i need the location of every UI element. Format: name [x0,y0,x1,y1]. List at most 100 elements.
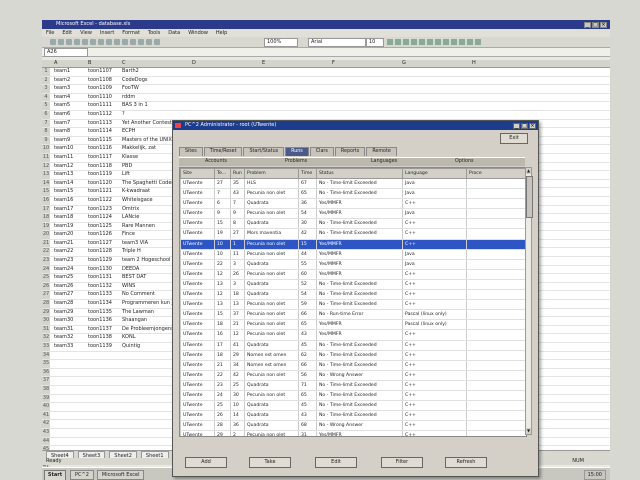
cell-team[interactable]: team26 [54,283,73,291]
run-row[interactable]: UTwente 13 13 Pecunia non olet 59 No - Time-l… [180,299,526,311]
scroll-down-icon[interactable]: ▼ [526,428,531,434]
cell-team-name[interactable]: De Probleemjongens [122,326,174,334]
cell-team[interactable]: team9 [54,137,70,145]
row-number[interactable]: 13 [42,171,50,179]
cell-team[interactable]: team8 [54,128,70,136]
cell-team-name[interactable]: WINS [122,283,135,291]
cell-team-name[interactable]: LANcie [122,214,139,222]
menu-item-edit[interactable]: Edit [62,30,72,36]
run-row[interactable]: UTwente 10 1 Pecunia non olet 15 Yes/MMFR C++ [180,239,526,250]
redo-icon[interactable] [130,39,136,45]
cell-login[interactable]: toon1134 [88,300,112,308]
cell-team-name[interactable]: Masters of the UNIX [122,137,172,145]
run-row[interactable]: UTwente 18 29 Nomen est omen 62 No - Time-lim… [180,350,526,361]
menu-item-format[interactable]: Format [122,30,140,36]
run-row[interactable]: UTwente 19 27 Mors maventia 42 No - Time-limi… [180,228,526,240]
runs-vertical-scrollbar[interactable]: ▲ ▼ [525,167,533,435]
taskbar-task[interactable]: Microsoft Excel [96,470,145,480]
cell-login[interactable]: toon1108 [88,77,112,85]
row-number[interactable]: 3 [42,85,50,93]
cell-login[interactable]: toon1112 [88,111,112,119]
cell-login[interactable]: toon1128 [88,248,112,256]
column-header-f[interactable]: F [332,60,335,67]
refresh-button[interactable]: Refresh [445,457,487,468]
merge-icon[interactable] [435,39,441,45]
row-number[interactable]: 35 [42,360,50,368]
menu-item-window[interactable]: Window [188,30,208,36]
run-row[interactable]: UTwente 22 3 Quadrata 55 Yes/MMFR Java [180,259,526,270]
column-header-b[interactable]: B [88,60,91,67]
row-number[interactable]: 41 [42,411,50,420]
cell-login[interactable]: toon1130 [88,266,112,274]
cell-login[interactable]: toon1139 [88,343,112,351]
row-number[interactable]: 34 [42,351,50,360]
column-header-7[interactable]: Proce [466,168,526,179]
run-row[interactable]: UTwente 6 7 Quadrata 36 Yes/MMFR C++ [180,198,526,210]
cell-login[interactable]: toon1138 [88,334,112,342]
row-number[interactable]: 32 [42,334,50,342]
cell-team-name[interactable]: BAS 3 in 1 [122,102,148,110]
column-header-d[interactable]: D [192,60,196,67]
cell-team[interactable]: team3 [54,85,70,93]
row-number[interactable]: 28 [42,300,50,308]
row-number[interactable]: 24 [42,265,50,274]
row-number[interactable]: 29 [42,308,50,317]
column-header-6[interactable]: Language [402,168,467,179]
cell-login[interactable]: toon1133 [88,291,112,299]
cell-login[interactable]: toon1115 [88,137,112,145]
spelling-icon[interactable] [90,39,96,45]
row-number[interactable]: 15 [42,188,50,196]
scroll-thumb[interactable] [526,176,533,218]
column-header-g[interactable]: G [402,60,406,67]
sort-icon[interactable] [146,39,152,45]
row-number[interactable]: 10 [42,145,50,153]
cell-team[interactable]: team28 [54,300,73,308]
row-number[interactable]: 16 [42,196,50,205]
cell-team[interactable]: team32 [54,334,73,342]
row-number[interactable]: 31 [42,325,50,334]
cell-login[interactable]: toon1127 [88,240,112,248]
cell-team-name[interactable]: team3 VIA [122,240,148,248]
add-button[interactable]: Add [185,457,227,468]
underline-icon[interactable] [403,39,409,45]
cell-team-name[interactable]: The Lawman [122,309,154,317]
tab-sites[interactable]: Sites [179,147,203,156]
run-row[interactable]: UTwente 28 36 Quadrata 68 No - Wrong Answer C+… [180,420,526,432]
row-number[interactable]: 1 [42,68,50,76]
column-header-a[interactable]: A [54,60,57,67]
row-number[interactable]: 8 [42,128,50,136]
cell-team[interactable]: team11 [54,154,73,162]
run-row[interactable]: UTwente 9 9 Pecunia non olet 54 Yes/MMFR Java [180,208,526,220]
tab-reports[interactable]: Reports [334,147,366,156]
cell-team[interactable]: team12 [54,163,73,171]
row-number[interactable]: 26 [42,282,50,291]
pc2-close-button[interactable]: × [529,123,536,129]
cell-login[interactable]: toon1116 [88,145,112,153]
group-problems[interactable]: Problems [285,158,307,166]
align-left-icon[interactable] [411,39,417,45]
cell-login[interactable]: toon1120 [88,180,112,188]
cell-team[interactable]: team20 [54,231,73,239]
run-row[interactable]: UTwente 7 43 Pecunia non olet 65 No - Time-li… [180,188,526,200]
cell-team-name[interactable]: KONL [122,334,135,342]
paste-icon[interactable] [114,39,120,45]
cell-team[interactable]: team7 [54,120,70,128]
cell-team-name[interactable]: Fince [122,231,135,239]
run-row[interactable]: UTwente 18 21 Pecunia non olet 65 Yes/MMFR Pas… [180,319,526,331]
row-number[interactable]: 18 [42,214,50,222]
font-select[interactable]: Arial [308,38,366,47]
cell-team[interactable]: team13 [54,171,73,179]
column-header-2[interactable]: Run [230,168,245,179]
menu-item-tools[interactable]: Tools [148,30,160,36]
cell-team[interactable]: team31 [54,326,73,334]
cell-team-name[interactable]: CodeDogs [122,77,148,85]
menu-item-view[interactable]: View [80,30,92,36]
column-header-e[interactable]: E [262,60,265,67]
borders-icon[interactable] [459,39,465,45]
font-size-select[interactable]: 10 [366,38,384,47]
row-number[interactable]: 44 [42,437,50,446]
cell-login[interactable]: toon1123 [88,206,112,214]
cell-team-name[interactable]: PBD [122,163,132,171]
cell-login[interactable]: toon1109 [88,85,112,93]
row-number[interactable]: 9 [42,136,50,145]
